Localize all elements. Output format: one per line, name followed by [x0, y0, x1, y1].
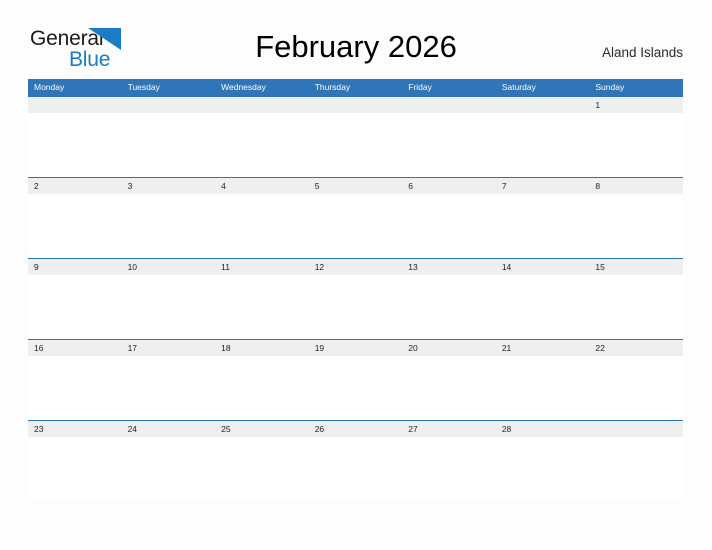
day-number[interactable]: 5	[309, 182, 403, 191]
date-number-band: 9 10 11 12 13 14 15	[28, 259, 683, 275]
week-row: 23 24 25 26 27 28	[28, 420, 683, 501]
day-number[interactable]: 28	[496, 425, 590, 434]
date-number-band: 16 17 18 19 20 21 22	[28, 340, 683, 356]
region-label: Aland Islands	[601, 45, 683, 60]
day-number[interactable]: 10	[122, 263, 216, 272]
weekday-header-monday: Monday	[34, 82, 65, 93]
day-number[interactable]: 12	[309, 263, 403, 272]
day-number[interactable]: 15	[589, 263, 683, 272]
week-cell-body[interactable]	[28, 437, 683, 500]
day-number[interactable]: 18	[215, 344, 309, 353]
day-number[interactable]: 27	[402, 425, 496, 434]
week-cell-body[interactable]	[28, 113, 683, 176]
week-row: 9 10 11 12 13 14 15	[28, 258, 683, 339]
day-number[interactable]: 9	[28, 263, 122, 272]
weekday-header-saturday: Saturday	[501, 82, 536, 93]
day-number[interactable]: 3	[122, 182, 216, 191]
date-number-band: 2 3 4 5 6 7 8	[28, 178, 683, 194]
day-number[interactable]: 8	[589, 182, 683, 191]
weekday-header-tuesday: Tuesday	[127, 82, 160, 93]
day-number[interactable]: 6	[402, 182, 496, 191]
day-number[interactable]: 2	[28, 182, 122, 191]
week-cell-body[interactable]	[28, 275, 683, 338]
weekday-header-row: Monday Tuesday Wednesday Thursday Friday…	[28, 79, 683, 96]
day-number[interactable]: 14	[496, 263, 590, 272]
day-number[interactable]: 17	[122, 344, 216, 353]
week-cell-body[interactable]	[28, 356, 683, 419]
week-row: 2 3 4 5 6 7 8	[28, 177, 683, 258]
day-number[interactable]: 23	[28, 425, 122, 434]
day-number[interactable]: 11	[215, 263, 309, 272]
weekday-header-sunday: Sunday	[595, 82, 625, 93]
day-number[interactable]: 22	[589, 344, 683, 353]
day-number[interactable]: 20	[402, 344, 496, 353]
day-number[interactable]: 26	[309, 425, 403, 434]
day-number[interactable]: 4	[215, 182, 309, 191]
day-number[interactable]: 13	[402, 263, 496, 272]
day-number[interactable]: 7	[496, 182, 590, 191]
day-number[interactable]: 25	[215, 425, 309, 434]
day-number[interactable]: 19	[309, 344, 403, 353]
calendar-grid: Monday Tuesday Wednesday Thursday Friday…	[28, 79, 683, 501]
day-number[interactable]: 1	[589, 101, 683, 110]
weekday-header-wednesday: Wednesday	[221, 82, 266, 93]
day-number[interactable]: 24	[122, 425, 216, 434]
day-number[interactable]: 21	[496, 344, 590, 353]
weekday-header-friday: Friday	[408, 82, 432, 93]
week-row: 16 17 18 19 20 21 22	[28, 339, 683, 420]
week-row: 1	[28, 96, 683, 177]
weekday-header-thursday: Thursday	[314, 82, 351, 93]
day-number[interactable]: 16	[28, 344, 122, 353]
week-cell-body[interactable]	[28, 194, 683, 257]
date-number-band: 23 24 25 26 27 28	[28, 421, 683, 437]
date-number-band: 1	[28, 97, 683, 113]
page-header: General Blue February 2026 Aland Islands	[0, 0, 712, 79]
